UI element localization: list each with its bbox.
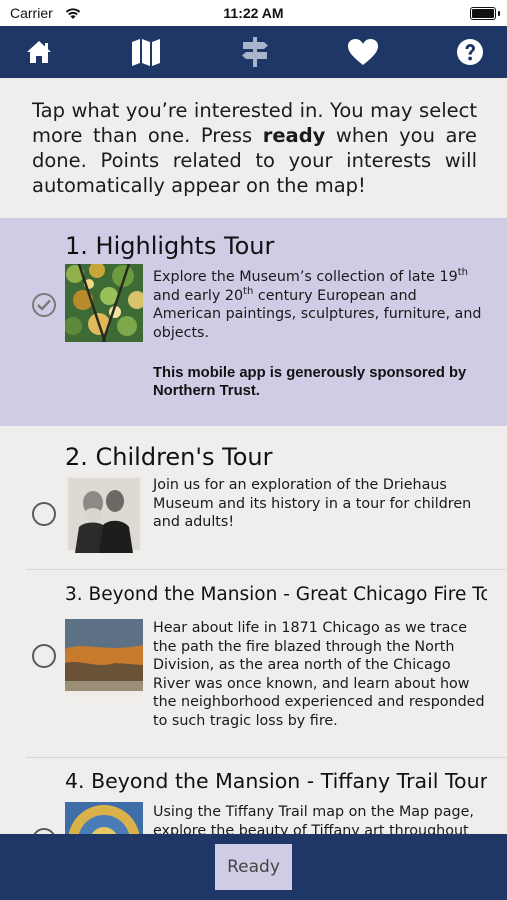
help-icon[interactable] — [453, 35, 487, 69]
stained-glass-image — [64, 262, 146, 343]
tour-title: 3. Beyond the Mansion - Great Chicago Fi… — [65, 584, 487, 605]
tour-description: Explore the Museum’s collection of late … — [153, 268, 488, 342]
status-bar: Carrier 11:22 AM — [0, 0, 507, 26]
signpost-icon[interactable] — [238, 35, 272, 69]
checkmark-icon[interactable] — [32, 293, 56, 317]
tour-title: 4. Beyond the Mansion - Tiffany Trail To… — [65, 769, 487, 793]
tour-title: 2. Children's Tour — [65, 443, 273, 471]
description-part: and early 20 — [153, 287, 244, 304]
tour-description: Hear about life in 1871 Chicago as we tr… — [153, 620, 485, 729]
tour-title: 1. Highlights Tour — [65, 232, 275, 260]
description-part: Explore the Museum’s collection of late … — [153, 269, 458, 285]
tour-description: Join us for an exploration of the Drieha… — [153, 477, 472, 530]
tiffany-dome-image — [65, 802, 143, 834]
battery-icon — [470, 7, 500, 20]
tour-description: Using the Tiffany Trail map on the Map p… — [153, 804, 474, 834]
instructions-text: Tap what you’re interested in. You may s… — [32, 98, 477, 198]
fire-painting-image — [65, 619, 143, 697]
bottom-bar: Ready — [0, 834, 507, 900]
map-icon[interactable] — [129, 35, 163, 69]
clock: 11:22 AM — [223, 5, 284, 21]
radio-button[interactable] — [32, 502, 56, 526]
radio-button[interactable] — [32, 644, 56, 668]
tour-row-highlights[interactable]: 1. Highlights Tour Explore the Museum’s … — [0, 218, 507, 426]
ready-button[interactable]: Ready — [215, 844, 292, 890]
tour-row-tiffany[interactable]: 4. Beyond the Mansion - Tiffany Trail To… — [0, 758, 507, 834]
tour-row-childrens[interactable]: 2. Children's Tour Join us for an explor… — [0, 426, 507, 569]
sponsor-note: This mobile app is generously sponsored … — [153, 365, 467, 399]
home-icon[interactable] — [22, 35, 56, 69]
portrait-photo — [65, 475, 143, 553]
top-navigation-bar — [0, 26, 507, 78]
superscript: th — [457, 267, 468, 279]
heart-icon[interactable] — [346, 35, 380, 69]
superscript: th — [243, 285, 254, 297]
tour-row-fire[interactable]: 3. Beyond the Mansion - Great Chicago Fi… — [0, 570, 507, 758]
intro-ready-keyword: ready — [262, 124, 326, 147]
